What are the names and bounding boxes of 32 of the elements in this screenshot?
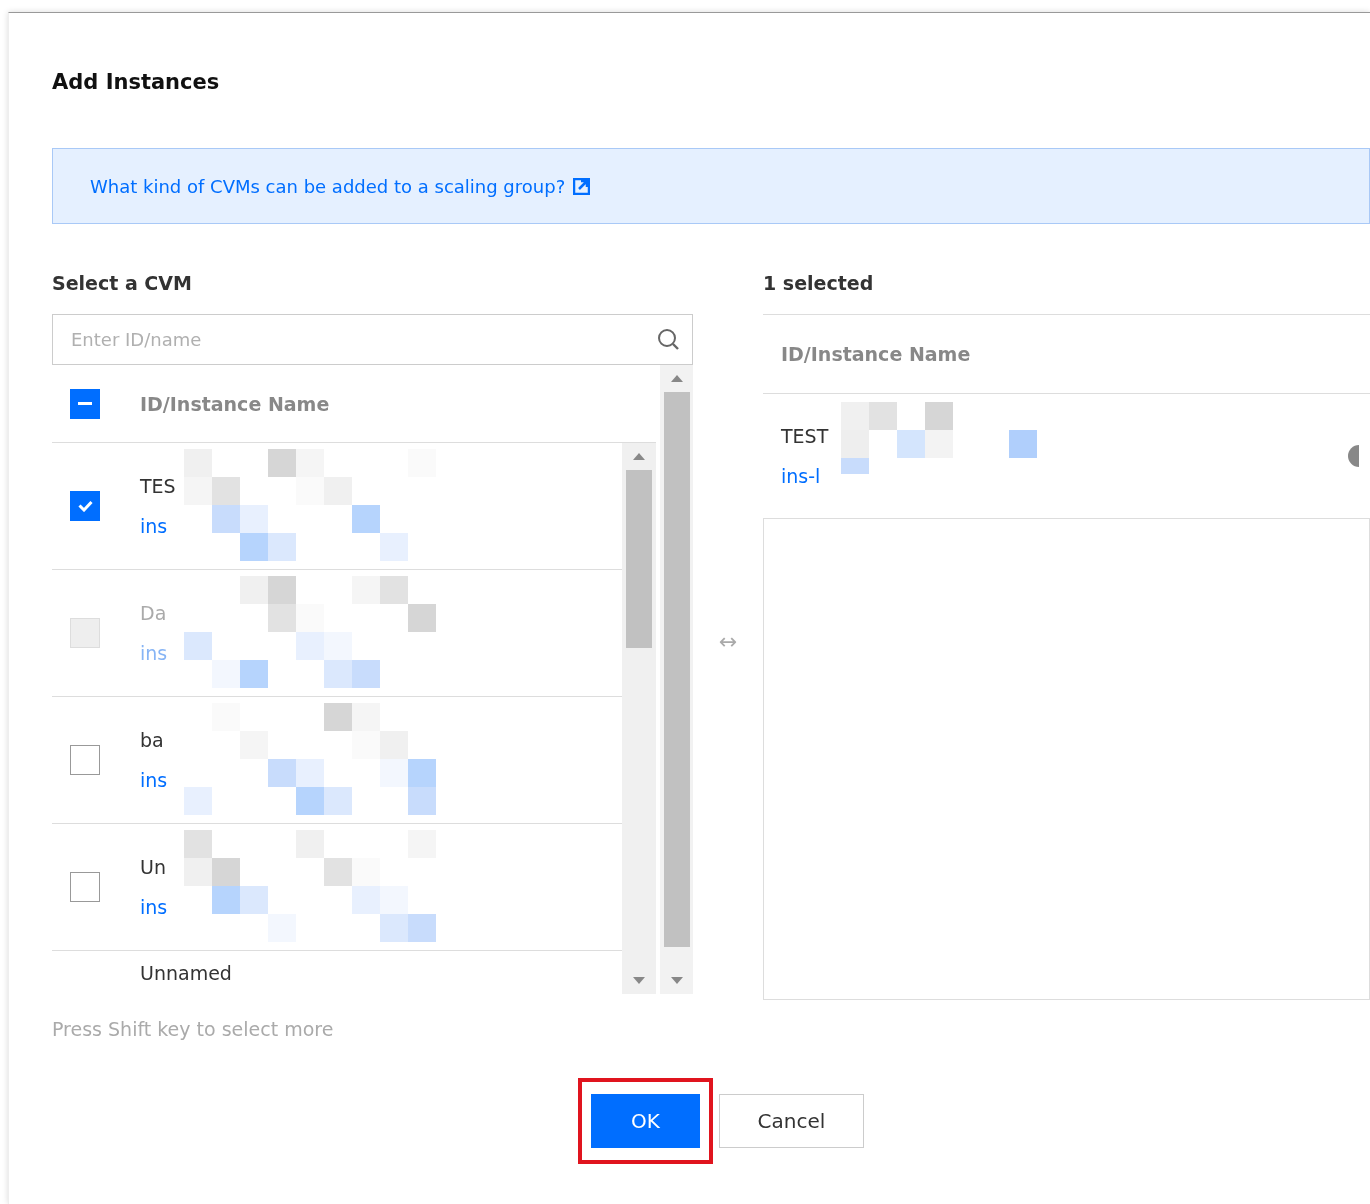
panel-heading: Select a CVM (52, 272, 193, 296)
scrollbar[interactable] (622, 443, 656, 994)
instance-name: TEST (781, 424, 829, 449)
instance-name: Un (140, 855, 167, 880)
instance-id[interactable]: ins (140, 887, 168, 927)
scrollbar[interactable] (660, 365, 693, 994)
ok-button[interactable]: OK (591, 1094, 700, 1148)
instance-name: TES (140, 474, 176, 499)
panel-heading: 1 selected (763, 272, 875, 296)
search-field[interactable]: Enter ID/name (52, 314, 693, 365)
instance-id[interactable]: ins-l (781, 456, 829, 496)
transfer-icon: ↔ (718, 628, 738, 654)
instance-id[interactable]: ins (140, 760, 168, 800)
column-header: ID/Instance Name (140, 392, 330, 415)
cancel-button[interactable]: Cancel (719, 1094, 864, 1148)
instance-name: Da (140, 601, 168, 626)
check-icon (77, 500, 93, 512)
checkbox[interactable] (70, 388, 100, 419)
checkbox[interactable] (70, 745, 100, 775)
external-link-icon (573, 177, 591, 195)
checkbox[interactable] (70, 491, 100, 521)
checkbox[interactable] (70, 872, 100, 902)
help-link[interactable]: What kind of CVMs can be added to a scaling group? (90, 175, 566, 197)
hint-text: Press Shift key to select more (52, 1018, 335, 1040)
column-header: ID/Instance Name (781, 343, 971, 365)
instance-name: ba (140, 728, 165, 753)
minus-icon (78, 402, 92, 405)
instance-name: Unnamed (140, 961, 232, 986)
dialog-title: Add Instances (52, 70, 221, 96)
instance-id[interactable]: ins (140, 506, 176, 546)
remove-icon (1347, 444, 1359, 468)
search-icon (657, 328, 679, 350)
